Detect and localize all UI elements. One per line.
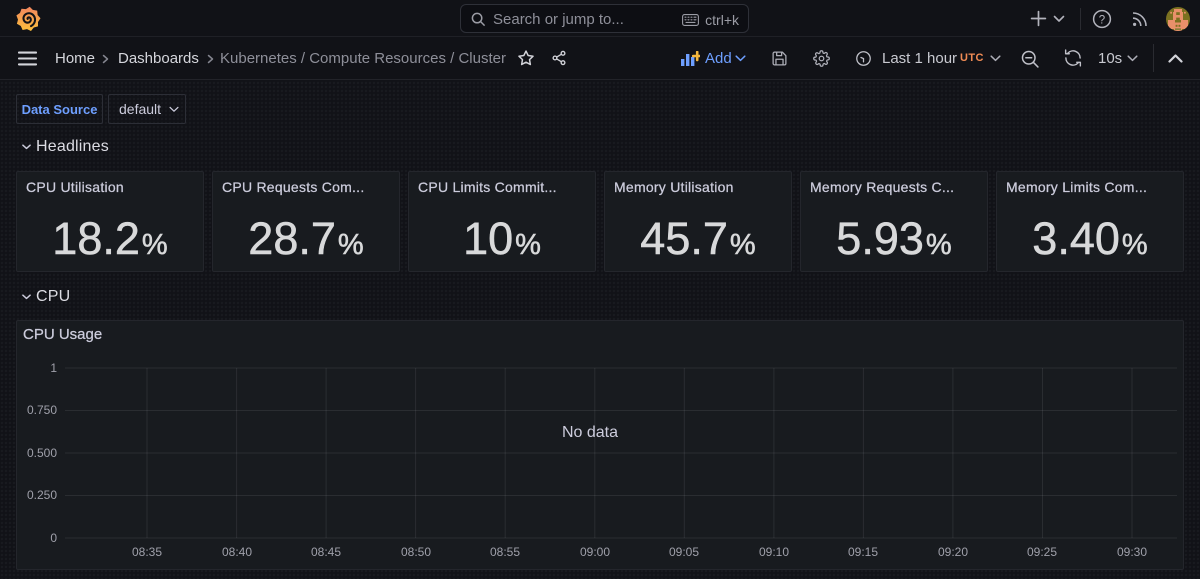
svg-text:?: ? bbox=[1099, 14, 1105, 26]
